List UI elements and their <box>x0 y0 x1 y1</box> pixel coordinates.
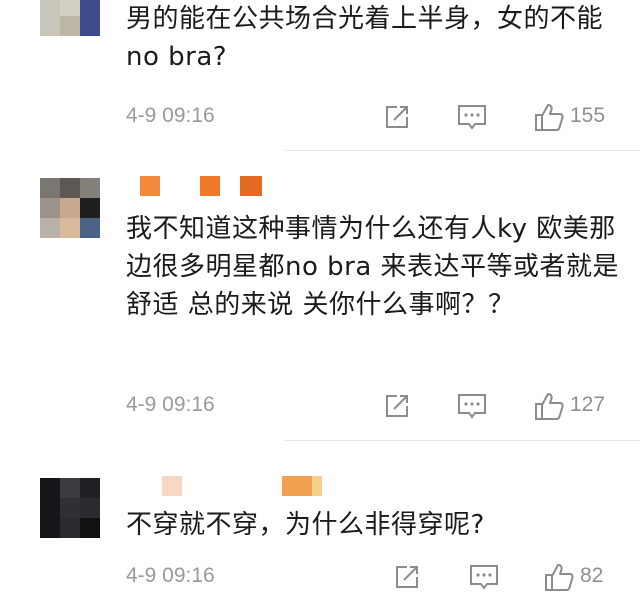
comment-time: 4-9 09:16 <box>126 393 215 416</box>
divider <box>285 150 640 151</box>
comment-item: 男的能在公共场合光着上半身，女的不能no bra? 4-9 09:16 155 <box>0 0 640 160</box>
avatar[interactable] <box>40 0 100 36</box>
comment-time: 4-9 09:16 <box>126 564 215 587</box>
share-icon[interactable] <box>392 562 422 592</box>
thumbs-up-icon <box>534 391 566 421</box>
comment-time: 4-9 09:16 <box>126 104 215 127</box>
comment-meta: 4-9 09:16 155 <box>126 102 626 132</box>
like-count: 155 <box>570 104 606 127</box>
comment-icon[interactable] <box>468 562 500 592</box>
avatar[interactable] <box>40 478 100 538</box>
thumbs-up-icon <box>544 562 576 592</box>
comment-text: 不穿就不穿，为什么非得穿呢? <box>126 510 485 540</box>
avatar[interactable] <box>40 178 100 238</box>
comment-text: 我不知道这种事情为什么还有人ky 欧美那边很多明星都no bra 来表达平等或者… <box>126 214 620 320</box>
comment-item: 我不知道这种事情为什么还有人ky 欧美那边很多明星都no bra 来表达平等或者… <box>0 160 640 440</box>
like-button[interactable]: 155 <box>534 102 626 132</box>
like-button[interactable]: 82 <box>544 562 626 592</box>
like-count: 82 <box>580 564 604 587</box>
share-icon[interactable] <box>382 102 412 132</box>
comment-meta: 4-9 09:16 82 <box>126 562 626 592</box>
like-button[interactable]: 127 <box>534 391 626 421</box>
thumbs-up-icon <box>534 102 566 132</box>
comment-icon[interactable] <box>456 391 488 421</box>
comment-icon[interactable] <box>456 102 488 132</box>
like-count: 127 <box>570 393 606 416</box>
share-icon[interactable] <box>382 391 412 421</box>
comment-text: 男的能在公共场合光着上半身，女的不能no bra? <box>126 4 604 72</box>
comment-meta: 4-9 09:16 127 <box>126 391 626 421</box>
comment-item: 不穿就不穿，为什么非得穿呢? 4-9 09:16 82 <box>0 450 640 603</box>
divider <box>285 440 640 441</box>
